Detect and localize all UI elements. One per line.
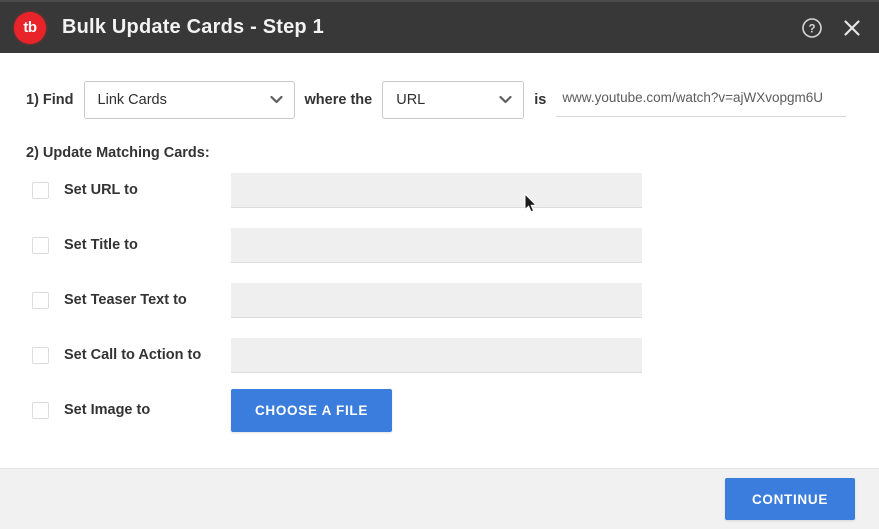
continue-button[interactable]: CONTINUE — [725, 478, 855, 520]
is-label: is — [534, 92, 547, 108]
checkbox-set-call-to-action[interactable] — [32, 346, 49, 364]
checkbox-set-teaser-text[interactable] — [32, 291, 49, 309]
input-set-teaser-text[interactable] — [231, 282, 642, 318]
row-set-image: Set Image to CHOOSE A FILE — [26, 388, 853, 432]
close-icon — [844, 19, 860, 36]
label-set-title: Set Title to — [64, 237, 138, 253]
close-button[interactable] — [839, 15, 865, 41]
field-select[interactable]: URL — [382, 81, 525, 119]
find-step-label: 1) Find — [26, 92, 74, 108]
update-field-rows: Set URL to Set Title to Set Teaser Text … — [26, 171, 853, 432]
card-type-select[interactable]: Link Cards — [83, 81, 295, 119]
label-set-teaser-text: Set Teaser Text to — [64, 292, 187, 308]
help-button[interactable]: ? — [799, 15, 825, 41]
find-criteria-row: 1) Find Link Cards where the URL is www.… — [26, 81, 853, 119]
label-set-url: Set URL to — [64, 182, 138, 198]
checkbox-set-url[interactable] — [32, 181, 49, 199]
card-type-select-value: Link Cards — [97, 92, 167, 108]
app-logo: tb — [14, 11, 46, 44]
dialog-title: Bulk Update Cards - Step 1 — [62, 16, 324, 38]
where-the-label: where the — [304, 92, 373, 108]
bulk-update-dialog: tb Bulk Update Cards - Step 1 ? 1) Find … — [0, 0, 879, 529]
help-circle-icon: ? — [802, 17, 822, 38]
label-set-image: Set Image to — [64, 402, 151, 418]
input-set-url[interactable] — [231, 172, 642, 208]
row-set-call-to-action: Set Call to Action to — [26, 336, 853, 374]
svg-text:?: ? — [808, 23, 815, 35]
dialog-titlebar: tb Bulk Update Cards - Step 1 ? — [0, 0, 879, 53]
chevron-down-icon — [269, 91, 283, 109]
label-set-call-to-action: Set Call to Action to — [64, 347, 202, 363]
update-section-heading: 2) Update Matching Cards: — [26, 145, 210, 161]
titlebar-actions: ? — [799, 15, 865, 41]
row-set-teaser-text: Set Teaser Text to — [26, 281, 853, 319]
row-set-title: Set Title to — [26, 226, 853, 264]
chevron-down-icon — [499, 91, 512, 109]
row-set-url: Set URL to — [26, 171, 853, 209]
dialog-footer: CONTINUE — [0, 468, 879, 529]
checkbox-set-image[interactable] — [32, 401, 49, 419]
field-select-value: URL — [396, 92, 426, 108]
choose-a-file-button[interactable]: CHOOSE A FILE — [231, 388, 392, 432]
dialog-body: 1) Find Link Cards where the URL is www.… — [0, 53, 879, 468]
match-value-input[interactable] — [556, 83, 847, 117]
input-set-title[interactable] — [231, 227, 642, 263]
input-set-call-to-action[interactable] — [231, 337, 642, 373]
checkbox-set-title[interactable] — [32, 236, 49, 254]
app-logo-label: tb — [23, 19, 37, 36]
